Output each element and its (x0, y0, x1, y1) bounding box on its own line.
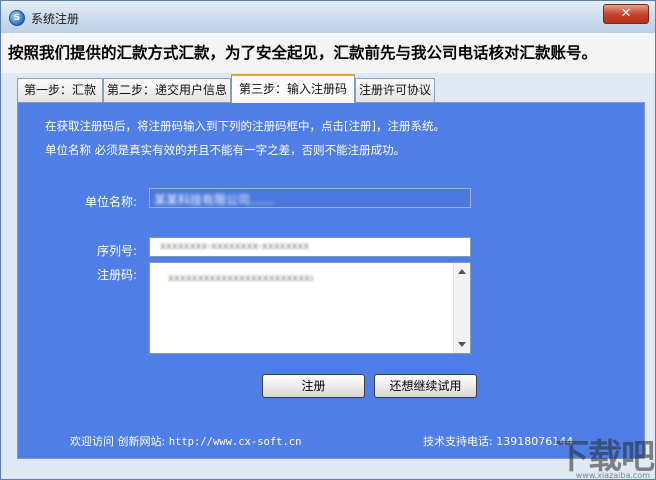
tab-license-agreement[interactable]: 注册许可协议 (355, 78, 435, 102)
tab-bar: 第一步：汇款 第二步：递交用户信息 第三步：输入注册码 注册许可协议 (17, 74, 655, 103)
scroll-up-arrow-icon[interactable] (458, 269, 466, 274)
app-icon: S (9, 10, 25, 26)
unit-name-label: 单位名称: (85, 195, 138, 209)
website-info: 欢迎访问 创新网站: http://www.cx-soft.cn (70, 433, 301, 449)
instruction-text-note: 单位名称 必须是真实有效的并且不能有一字之差，否则不能注册成功。 (45, 143, 406, 157)
continue-trial-button[interactable]: 还想继续试用 (374, 374, 477, 398)
unit-name-value: 某某科技有限公司…… (154, 193, 275, 207)
register-button[interactable]: 注册 (262, 374, 365, 398)
website-link[interactable]: http://www.cx-soft.cn (169, 436, 302, 448)
support-phone: 技术支持电话: 13918076144 (423, 435, 574, 448)
unit-name-field[interactable]: 某某科技有限公司…… (149, 188, 471, 208)
instruction-text: 在获取注册码后，将注册码输入到下列的注册码框中，点击[注册]，注册系统。 (45, 119, 445, 133)
tab-step3-enter-code[interactable]: 第三步：输入注册码 (231, 74, 355, 103)
website-label: 欢迎访问 创新网站: (70, 435, 169, 448)
tab-step2-submit-info[interactable]: 第二步：递交用户信息 (103, 78, 231, 102)
serial-number-label: 序列号: (97, 244, 138, 258)
close-button[interactable]: ✕ (603, 4, 649, 24)
serial-number-value: xxxxxxxx-xxxxxxxx-xxxxxxxx (160, 241, 310, 252)
tab-step1-payment[interactable]: 第一步：汇款 (17, 78, 103, 102)
scroll-down-arrow-icon[interactable] (458, 342, 466, 347)
watermark-url: www.xiazaiba.com (575, 471, 650, 480)
registration-code-label: 注册码: (97, 268, 138, 282)
registration-code-value: xxxxxxxxxxxxxxxxxxxxxxxxxxxxxxxxxxxxxx (168, 273, 313, 284)
vertical-scrollbar[interactable] (453, 263, 470, 353)
payment-notice: 按照我们提供的汇款方式汇款，为了安全起见，汇款前先与我公司电话核对汇款账号。 (1, 33, 655, 73)
registration-code-textarea[interactable]: xxxxxxxxxxxxxxxxxxxxxxxxxxxxxxxxxxxxxx (149, 262, 471, 354)
registration-window: S 系统注册 ✕ 按照我们提供的汇款方式汇款，为了安全起见，汇款前先与我公司电话… (0, 0, 656, 480)
title-bar[interactable]: S 系统注册 ✕ (1, 1, 655, 33)
window-title: 系统注册 (31, 12, 80, 26)
serial-number-field[interactable]: xxxxxxxx-xxxxxxxx-xxxxxxxx (149, 237, 471, 257)
tab-panel-enter-code: 在获取注册码后，将注册码输入到下列的注册码框中，点击[注册]，注册系统。 单位名… (17, 102, 645, 459)
